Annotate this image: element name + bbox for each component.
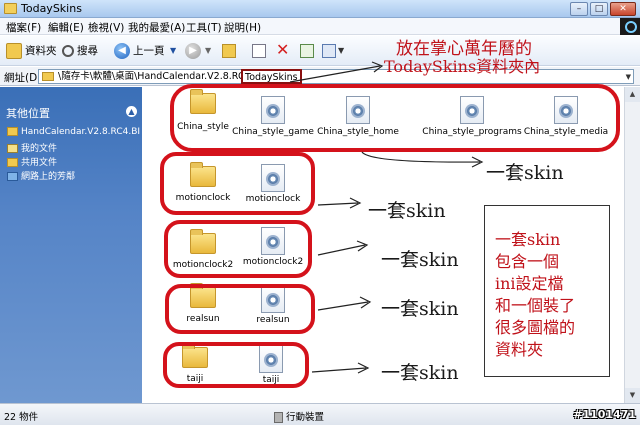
annotation-one-set: 一套skin (381, 249, 459, 271)
highlight-loop (170, 84, 620, 152)
folders-icon (6, 43, 22, 59)
sidebar-item-handcalendar[interactable]: HandCalendar.V2.8.RC4.BI( (7, 127, 140, 137)
title-bar: TodaySkins – □ ✕ (0, 0, 640, 18)
maximize-button[interactable]: □ (590, 2, 608, 16)
address-label: 網址(D) (4, 72, 42, 84)
vertical-scrollbar[interactable]: ▲ ▼ (624, 87, 640, 403)
menu-file[interactable]: 檔案(F) (6, 20, 41, 35)
collapse-icon[interactable]: ▲ (126, 106, 137, 117)
annotation-header-line2: TodaySkins資料夾內 (384, 57, 541, 76)
close-button[interactable]: ✕ (610, 2, 636, 16)
delete-icon[interactable]: ✕ (276, 42, 290, 58)
annotation-one-set: 一套skin (381, 298, 459, 320)
note-line: 包含一個 (495, 252, 560, 271)
scroll-up-icon[interactable]: ▲ (625, 87, 640, 102)
address-input[interactable]: \隨存卡\軟體\桌面\HandCalendar.V2.8.RC4.BIG5\ T… (38, 69, 634, 84)
folder-icon (4, 3, 17, 14)
chevron-down-icon[interactable]: ▼ (626, 73, 631, 81)
sidebar-item-shared-documents[interactable]: 共用文件 (7, 155, 140, 168)
shared-folder-icon (7, 158, 18, 167)
sidebar-item-label: 共用文件 (21, 158, 58, 168)
annotation-note-box: 一套skin 包含一個 ini設定檔 和一個裝了 很多圖檔的 資料夾 (484, 205, 610, 377)
note-line: 資料夾 (495, 340, 544, 359)
copy-icon[interactable] (252, 44, 266, 58)
folders-button[interactable]: 資料夾 (6, 42, 57, 60)
folder-icon (42, 72, 54, 81)
documents-icon (7, 144, 18, 153)
current-folder-name: TodaySkins (241, 69, 302, 84)
sidebar-item-label: 網路上的芳鄰 (21, 172, 76, 182)
forward-arrow-icon: ▶ (185, 43, 201, 59)
minimize-button[interactable]: – (570, 2, 588, 16)
note-line: 很多圖檔的 (495, 318, 576, 337)
mobile-device-icon (274, 412, 283, 423)
search-icon (62, 45, 74, 57)
toolbar: 資料夾 搜尋 ◀ 上一頁 ▼ ▶ ▼ ✕ ▼ (0, 36, 640, 66)
watermark: #1101471 (573, 408, 636, 421)
back-arrow-icon: ◀ (114, 43, 130, 59)
status-location: 行動裝置 (274, 409, 324, 423)
status-bar: 22 物件 行動裝置 #1101471 (0, 403, 640, 425)
annotation-one-set: 一套skin (486, 162, 564, 184)
search-button[interactable]: 搜尋 (62, 42, 98, 60)
views-icon[interactable] (322, 44, 336, 58)
highlight-loop (160, 152, 315, 215)
back-label: 上一頁 (133, 45, 165, 57)
window-title: TodaySkins (21, 2, 82, 15)
up-folder-icon[interactable] (222, 44, 236, 58)
sidebar-title: 其他位置 (6, 107, 50, 120)
forward-button[interactable]: ▶ (185, 42, 204, 60)
highlight-loop (164, 220, 312, 278)
properties-icon[interactable] (300, 44, 314, 58)
highlight-loop (163, 342, 309, 388)
menu-favorites[interactable]: 我的最愛(A) (128, 20, 185, 35)
sidebar-item-label: HandCalendar.V2.8.RC4.BI( (21, 127, 140, 137)
note-line: 一套skin (495, 230, 561, 249)
search-label: 搜尋 (77, 45, 98, 57)
menu-view[interactable]: 檢視(V) (88, 20, 124, 35)
object-count: 22 物件 (4, 412, 39, 423)
sidebar: 其他位置 ▲ HandCalendar.V2.8.RC4.BI( 我的文件 共用… (0, 87, 142, 403)
highlight-loop (165, 284, 315, 334)
annotation-one-set: 一套skin (368, 200, 446, 222)
views-dropdown[interactable]: ▼ (338, 42, 344, 60)
scroll-down-icon[interactable]: ▼ (625, 388, 640, 403)
network-icon (7, 172, 18, 181)
menu-bar: 檔案(F) 編輯(E) 檢視(V) 我的最愛(A) 工具(T) 說明(H) (0, 18, 640, 35)
back-button[interactable]: ◀ 上一頁 (114, 42, 165, 60)
folder-icon (7, 127, 18, 136)
menu-help[interactable]: 說明(H) (224, 20, 261, 35)
windows-logo-icon (620, 18, 640, 35)
menu-tools[interactable]: 工具(T) (186, 20, 222, 35)
sidebar-item-my-documents[interactable]: 我的文件 (7, 141, 140, 154)
folders-label: 資料夾 (25, 45, 57, 57)
back-dropdown[interactable]: ▼ (170, 42, 176, 60)
note-line: ini設定檔 (495, 274, 564, 293)
sidebar-item-label: 我的文件 (21, 144, 58, 154)
forward-dropdown[interactable]: ▼ (205, 42, 211, 60)
note-line: 和一個裝了 (495, 296, 576, 315)
annotation-one-set: 一套skin (381, 362, 459, 384)
menu-edit[interactable]: 編輯(E) (48, 20, 84, 35)
location-label: 行動裝置 (286, 412, 325, 423)
sidebar-item-network[interactable]: 網路上的芳鄰 (7, 169, 140, 182)
